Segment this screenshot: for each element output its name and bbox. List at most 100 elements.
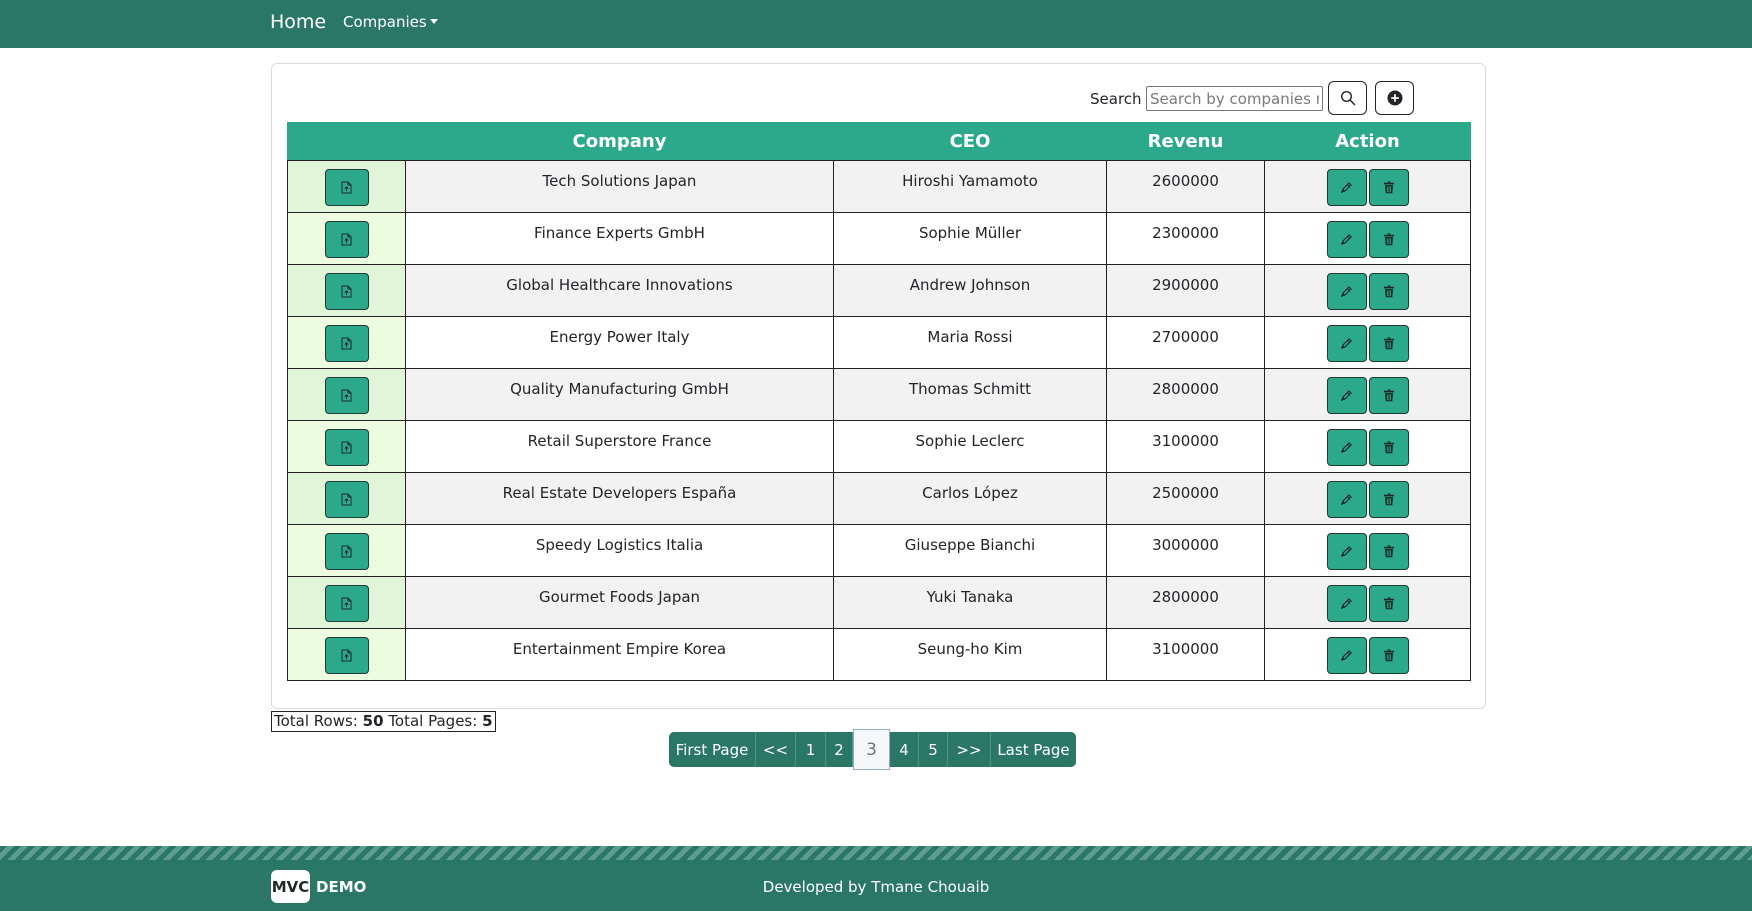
row-document-cell bbox=[287, 368, 406, 421]
search-button[interactable] bbox=[1328, 81, 1367, 115]
edit-button[interactable] bbox=[1326, 221, 1367, 258]
pen-icon bbox=[1341, 234, 1352, 245]
delete-button[interactable] bbox=[1368, 637, 1409, 674]
company-cell: Speedy Logistics Italia bbox=[405, 524, 834, 577]
view-document-button[interactable] bbox=[324, 221, 369, 258]
last-page-button[interactable]: Last Page bbox=[991, 732, 1076, 767]
table-row: Entertainment Empire Korea Seung-ho Kim 31… bbox=[287, 628, 1471, 681]
ceo-cell: Andrew Johnson bbox=[833, 264, 1107, 317]
page-1-button[interactable]: 1 bbox=[796, 732, 826, 767]
delete-button[interactable] bbox=[1368, 429, 1409, 466]
revenue-cell: 2500000 bbox=[1106, 472, 1265, 525]
delete-button[interactable] bbox=[1368, 377, 1409, 414]
nav-companies-label: Companies bbox=[343, 13, 427, 31]
page-5-button[interactable]: 5 bbox=[919, 732, 948, 767]
edit-button[interactable] bbox=[1326, 325, 1367, 362]
trash-icon bbox=[1383, 597, 1394, 610]
pen-icon bbox=[1341, 286, 1352, 297]
total-rows-value: 50 bbox=[362, 712, 384, 730]
table-row: Quality Manufacturing GmbH Thomas Schmitt… bbox=[287, 368, 1471, 421]
view-document-button[interactable] bbox=[324, 637, 369, 674]
search-input[interactable] bbox=[1146, 86, 1323, 111]
plus-circle-icon bbox=[1387, 90, 1402, 106]
trash-icon bbox=[1383, 389, 1394, 402]
row-document-cell bbox=[287, 160, 406, 213]
action-cell bbox=[1264, 264, 1471, 317]
delete-button[interactable] bbox=[1368, 481, 1409, 518]
ceo-cell: Giuseppe Bianchi bbox=[833, 524, 1107, 577]
ceo-cell: Carlos López bbox=[833, 472, 1107, 525]
company-cell: Energy Power Italy bbox=[405, 316, 834, 369]
pen-icon bbox=[1341, 442, 1352, 453]
delete-button[interactable] bbox=[1368, 221, 1409, 258]
file-arrow-up-icon bbox=[341, 545, 352, 558]
row-document-cell bbox=[287, 576, 406, 629]
view-document-button[interactable] bbox=[324, 585, 369, 622]
row-document-cell bbox=[287, 628, 406, 681]
page-3-button[interactable]: 3 bbox=[853, 729, 890, 770]
page-2-button[interactable]: 2 bbox=[826, 732, 853, 767]
trash-icon bbox=[1383, 233, 1394, 246]
edit-button[interactable] bbox=[1326, 533, 1367, 570]
header-ceo: CEO bbox=[833, 122, 1107, 161]
view-document-button[interactable] bbox=[324, 377, 369, 414]
ceo-cell: Hiroshi Yamamoto bbox=[833, 160, 1107, 213]
delete-button[interactable] bbox=[1368, 169, 1409, 206]
revenue-cell: 2900000 bbox=[1106, 264, 1265, 317]
table-header-row: Company CEO Revenu Action bbox=[287, 122, 1471, 161]
trash-icon bbox=[1383, 649, 1394, 662]
file-arrow-up-icon bbox=[341, 441, 352, 454]
view-document-button[interactable] bbox=[324, 533, 369, 570]
trash-icon bbox=[1383, 545, 1394, 558]
ceo-cell: Seung-ho Kim bbox=[833, 628, 1107, 681]
action-cell bbox=[1264, 160, 1471, 213]
table-row: Gourmet Foods Japan Yuki Tanaka 2800000 bbox=[287, 576, 1471, 629]
edit-button[interactable] bbox=[1326, 169, 1367, 206]
edit-button[interactable] bbox=[1326, 377, 1367, 414]
table-row: Finance Experts GmbH Sophie Müller 2300000 bbox=[287, 212, 1471, 265]
trash-icon bbox=[1383, 493, 1394, 506]
edit-button[interactable] bbox=[1326, 585, 1367, 622]
table-row: Retail Superstore France Sophie Leclerc 31… bbox=[287, 420, 1471, 473]
prev-page-button[interactable]: << bbox=[756, 732, 796, 767]
file-arrow-up-icon bbox=[341, 285, 352, 298]
view-document-button[interactable] bbox=[324, 481, 369, 518]
pen-icon bbox=[1341, 494, 1352, 505]
nav-home-link[interactable]: Home bbox=[270, 8, 326, 36]
revenue-cell: 2700000 bbox=[1106, 316, 1265, 369]
view-document-button[interactable] bbox=[324, 429, 369, 466]
file-arrow-up-icon bbox=[341, 389, 352, 402]
edit-button[interactable] bbox=[1326, 273, 1367, 310]
company-cell: Entertainment Empire Korea bbox=[405, 628, 834, 681]
company-cell: Finance Experts GmbH bbox=[405, 212, 834, 265]
delete-button[interactable] bbox=[1368, 325, 1409, 362]
ceo-cell: Sophie Leclerc bbox=[833, 420, 1107, 473]
total-pages-value: 5 bbox=[482, 712, 493, 730]
total-pages-label: Total Pages: bbox=[388, 712, 478, 730]
view-document-button[interactable] bbox=[324, 325, 369, 362]
nav-companies-dropdown[interactable]: Companies bbox=[343, 12, 438, 32]
trash-icon bbox=[1383, 285, 1394, 298]
pen-icon bbox=[1341, 598, 1352, 609]
next-page-button[interactable]: >> bbox=[948, 732, 991, 767]
trash-icon bbox=[1383, 181, 1394, 194]
delete-button[interactable] bbox=[1368, 533, 1409, 570]
action-cell bbox=[1264, 368, 1471, 421]
edit-button[interactable] bbox=[1326, 481, 1367, 518]
add-company-button[interactable] bbox=[1375, 81, 1414, 115]
table-row: Global Healthcare Innovations Andrew John… bbox=[287, 264, 1471, 317]
view-document-button[interactable] bbox=[324, 169, 369, 206]
edit-button[interactable] bbox=[1326, 429, 1367, 466]
revenue-cell: 2800000 bbox=[1106, 368, 1265, 421]
ceo-cell: Maria Rossi bbox=[833, 316, 1107, 369]
view-document-button[interactable] bbox=[324, 273, 369, 310]
row-document-cell bbox=[287, 420, 406, 473]
delete-button[interactable] bbox=[1368, 273, 1409, 310]
edit-button[interactable] bbox=[1326, 637, 1367, 674]
delete-button[interactable] bbox=[1368, 585, 1409, 622]
table-row: Energy Power Italy Maria Rossi 2700000 bbox=[287, 316, 1471, 369]
action-cell bbox=[1264, 576, 1471, 629]
header-action: Action bbox=[1264, 122, 1471, 161]
first-page-button[interactable]: First Page bbox=[669, 732, 756, 767]
page-4-button[interactable]: 4 bbox=[890, 732, 919, 767]
